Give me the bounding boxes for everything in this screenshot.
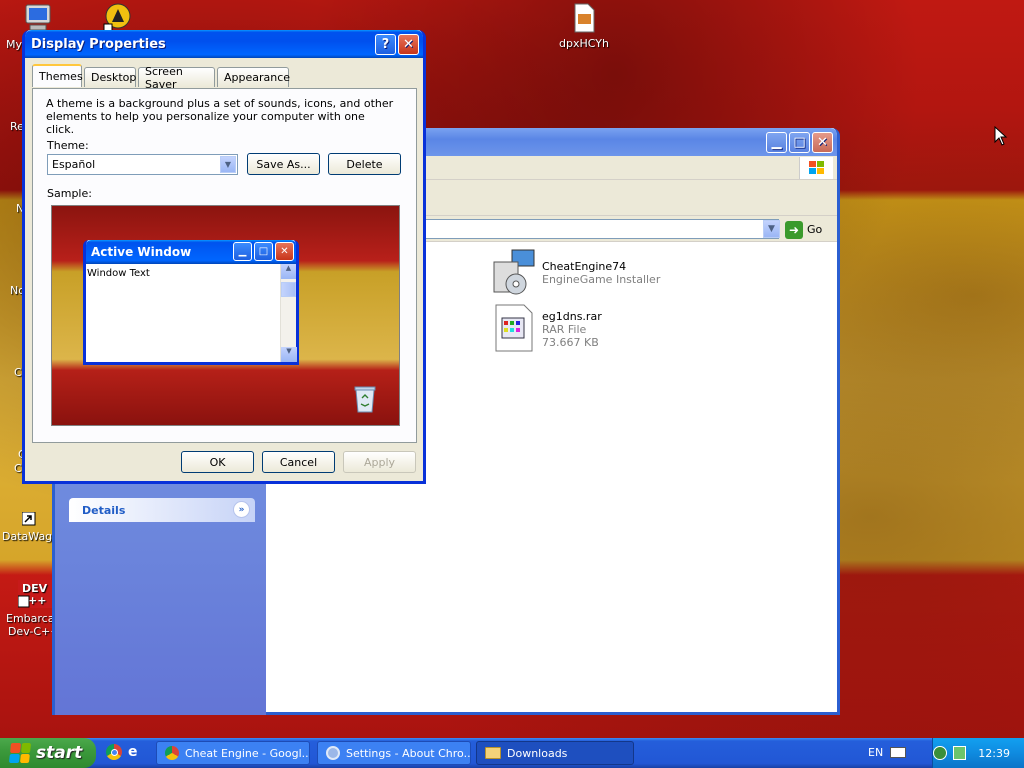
sample-window-text: Window Text	[87, 268, 150, 279]
taskbar-button-label: Cheat Engine - Googl...	[185, 746, 310, 760]
quick-launch: e	[106, 744, 144, 760]
start-label: start	[36, 743, 83, 763]
file-icon	[568, 2, 600, 34]
sample-maximize-icon: □	[254, 242, 273, 261]
devcpp-icon: DEV ++	[17, 580, 52, 608]
installer-icon	[490, 248, 538, 296]
taskbar-button-label: Downloads	[507, 746, 568, 760]
dialog-titlebar[interactable]: Display Properties ? ✕	[25, 30, 423, 58]
svg-text:++: ++	[28, 594, 46, 607]
taskbar-button-label: Settings - About Chro...	[346, 746, 471, 760]
tab-label: Themes	[39, 70, 83, 83]
apply-button[interactable]: Apply	[343, 451, 416, 473]
taskbar: start e Cheat Engine - Googl... Settings…	[0, 738, 1024, 768]
go-button[interactable]: ➜ Go	[785, 220, 833, 239]
ie-icon[interactable]: e	[128, 744, 144, 760]
details-label: Details	[82, 503, 126, 517]
close-button[interactable]: ✕	[398, 34, 419, 55]
minimize-button[interactable]: ▁	[766, 132, 787, 153]
windows-logo-icon	[799, 157, 833, 179]
folder-icon	[485, 747, 501, 759]
sample-label: Sample:	[47, 187, 92, 200]
mouse-cursor-icon	[994, 125, 1008, 149]
language-indicator[interactable]: EN	[868, 746, 883, 759]
tab-themes[interactable]: Themes	[32, 64, 83, 87]
keyboard-icon[interactable]	[890, 747, 906, 758]
clock[interactable]: 12:39	[978, 747, 1010, 760]
tab-appearance[interactable]: Appearance	[217, 67, 291, 87]
desktop-icon-devcpp[interactable]: DEV ++ Embarcad Dev-C++	[0, 580, 61, 638]
tab-label: Appearance	[224, 71, 291, 84]
scroll-thumb	[281, 282, 296, 297]
desktop-icon-label: My	[6, 38, 23, 51]
scroll-down-icon: ▼	[281, 347, 297, 362]
themes-tab-panel: A theme is a background plus a set of so…	[32, 88, 417, 443]
start-button[interactable]: start	[0, 738, 96, 768]
help-button[interactable]: ?	[375, 34, 396, 55]
ok-button[interactable]: OK	[181, 451, 254, 473]
theme-select-value: Español	[52, 158, 96, 171]
theme-label: Theme:	[47, 139, 89, 152]
go-label: Go	[807, 223, 823, 236]
tab-label: Screen Saver	[145, 64, 183, 91]
scroll-up-icon: ▲	[281, 264, 296, 279]
chevron-down-icon[interactable]: ▼	[220, 156, 236, 173]
desktop-icon-label: dpxHCYh	[559, 37, 609, 50]
display-properties-dialog: Display Properties ? ✕ Themes Desktop Sc…	[22, 30, 426, 484]
desktop-icon-label: C	[14, 366, 22, 379]
file-type: EngineGame Installer	[542, 273, 661, 286]
chrome-icon	[165, 746, 179, 760]
network-icon[interactable]	[952, 746, 967, 760]
details-panel-header[interactable]: Details »	[69, 498, 255, 522]
recycle-bin-icon	[352, 384, 378, 417]
theme-sample-preview: Active Window ▁ □ ✕ Window Text ▲ ▼	[51, 205, 400, 426]
file-name: eg1dns.rar	[542, 310, 602, 323]
tab-label: Desktop	[91, 71, 137, 84]
taskbar-button-chrome[interactable]: Cheat Engine - Googl...	[156, 741, 310, 765]
dialog-title: Display Properties	[31, 36, 166, 52]
file-item[interactable]: eg1dns.rar RAR File 73.667 KB	[490, 302, 690, 352]
cancel-button[interactable]: Cancel	[262, 451, 335, 473]
windows-flag-icon	[8, 743, 32, 763]
sample-scrollbar: ▲ ▼	[280, 264, 297, 362]
tab-strip: Themes Desktop Screen Saver Appearance	[32, 64, 420, 91]
theme-select[interactable]: Español ▼	[47, 154, 238, 175]
taskbar-button-settings[interactable]: Settings - About Chro...	[317, 741, 471, 765]
desktop-icon-dpxhcyh[interactable]: dpxHCYh	[546, 2, 622, 50]
taskbar-button-downloads[interactable]: Downloads	[476, 741, 634, 765]
desktop-icon-label: DataWago	[2, 530, 59, 543]
rar-file-icon	[494, 304, 534, 352]
chrome-icon[interactable]	[106, 744, 122, 760]
desktop-icon-datawago[interactable]: DataWago	[0, 511, 60, 543]
save-as-button[interactable]: Save As...	[247, 153, 320, 175]
maximize-button[interactable]: □	[789, 132, 810, 153]
address-dropdown-button[interactable]: ▼	[763, 220, 780, 238]
tab-screen-saver[interactable]: Screen Saver	[138, 65, 215, 91]
sample-window-title: Active Window	[91, 245, 192, 259]
file-type: RAR File	[542, 323, 587, 336]
security-icon[interactable]	[933, 746, 947, 760]
file-size: 73.667 KB	[542, 336, 599, 349]
settings-icon	[326, 746, 340, 760]
file-name: CheatEngine74	[542, 260, 627, 273]
sample-minimize-icon: ▁	[233, 242, 252, 261]
sample-titlebar: Active Window ▁ □ ✕	[86, 240, 296, 264]
delete-button[interactable]: Delete	[328, 153, 401, 175]
desktop-icon-label: C	[14, 462, 22, 475]
chevron-down-icon[interactable]: »	[233, 501, 250, 518]
go-arrow-icon: ➜	[785, 220, 803, 239]
sample-active-window: Active Window ▁ □ ✕ Window Text ▲ ▼	[83, 240, 299, 365]
theme-description: A theme is a background plus a set of so…	[46, 97, 394, 136]
file-item[interactable]: CheatEngine74 EngineGame Installer	[490, 248, 690, 298]
datawago-shortcut-icon	[21, 511, 36, 526]
system-tray: 12:39	[932, 738, 1024, 768]
sample-close-icon: ✕	[275, 242, 294, 261]
close-button[interactable]: ✕	[812, 132, 833, 153]
tab-desktop[interactable]: Desktop	[84, 67, 136, 87]
